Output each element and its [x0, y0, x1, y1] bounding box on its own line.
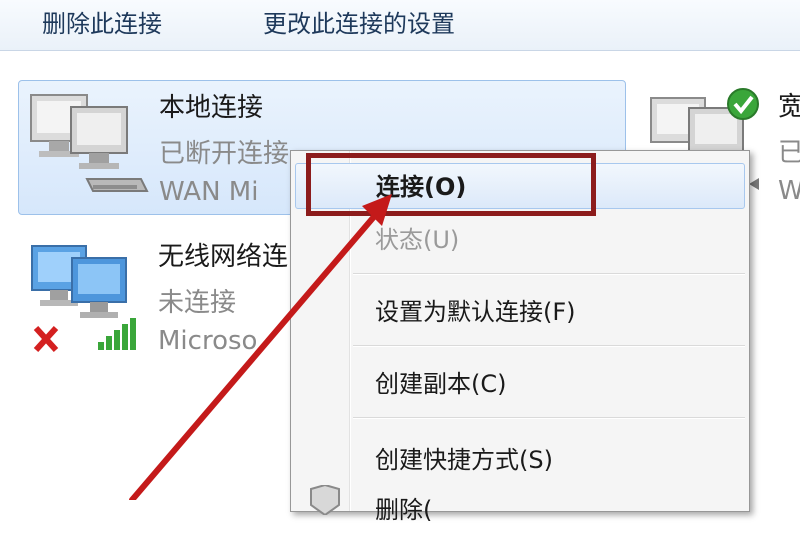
menu-separator: [353, 273, 745, 275]
connection-name: 无线网络连: [158, 242, 289, 272]
connection-name: 宽: [778, 92, 800, 122]
network-computer-icon: [30, 94, 149, 192]
change-connection-settings-button[interactable]: 更改此连接的设置: [263, 7, 455, 41]
signal-bars-icon: [98, 318, 136, 350]
shield-icon: [310, 485, 340, 515]
menu-item-status[interactable]: 状态(U): [295, 217, 745, 263]
wireless-computer-icon: [31, 245, 136, 353]
menu-separator: [353, 345, 745, 347]
menu-item-delete[interactable]: 删除(: [295, 487, 745, 533]
connection-device: W: [778, 176, 800, 206]
command-bar: 删除此连接 更改此连接的设置: [0, 0, 800, 51]
connection-status: 已: [778, 138, 800, 168]
menu-item-create-copy[interactable]: 创建副本(C): [295, 361, 745, 407]
delete-connection-button[interactable]: 删除此连接: [42, 7, 162, 41]
menu-item-create-shortcut[interactable]: 创建快捷方式(S): [295, 437, 745, 483]
check-icon: [727, 88, 759, 120]
network-cable-icon: [85, 178, 149, 192]
connection-device: WAN Mi: [159, 177, 259, 207]
menu-item-set-default[interactable]: 设置为默认连接(F): [295, 289, 745, 335]
connection-name: 本地连接: [159, 93, 264, 123]
menu-separator: [353, 417, 745, 419]
connection-status: 未连接: [158, 288, 237, 318]
connection-status: 已断开连接: [159, 139, 290, 169]
error-x-icon: [33, 325, 59, 353]
annotation-highlight-box: [306, 153, 596, 216]
connection-device: Microso: [158, 326, 258, 356]
